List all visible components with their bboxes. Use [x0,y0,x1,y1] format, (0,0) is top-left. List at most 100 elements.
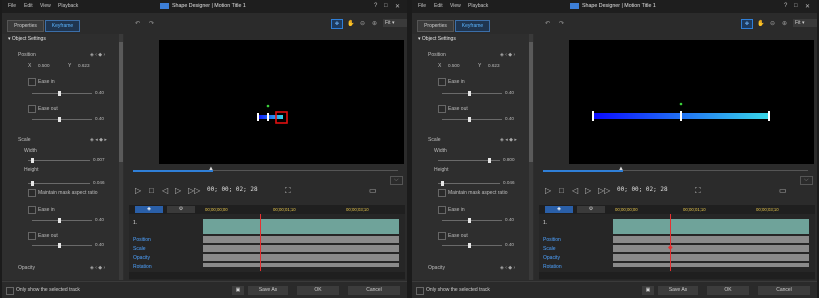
zoom-fit-dropdown[interactable]: Fit ▾ [793,19,817,27]
timeline-tab-settings[interactable]: ⚙ [167,206,195,213]
height-value[interactable]: 0.046 [93,180,105,185]
scale-ease-in-slider[interactable] [32,218,92,223]
menu-file[interactable]: File [418,3,426,9]
height-value[interactable]: 0.046 [503,180,515,185]
scale-ease-in-checkbox[interactable] [438,206,446,214]
timeline-zoom-bar[interactable] [129,272,405,279]
track-scale-bar[interactable] [203,245,399,252]
track-label-1[interactable]: 1. [539,219,617,227]
ok-button[interactable]: OK [297,286,339,295]
zoom-out-icon[interactable]: ⊖ [360,20,365,27]
tab-properties[interactable]: Properties [7,20,44,32]
preview-canvas[interactable] [159,40,404,164]
track-scale-bar[interactable] [613,245,809,252]
select-tool-icon[interactable]: ✥ [331,19,343,29]
close-button[interactable]: ✕ [395,3,400,10]
ease-in-slider[interactable] [32,91,92,96]
scale-ease-in-checkbox[interactable] [28,206,36,214]
track-opacity-bar[interactable] [203,254,399,261]
menu-view[interactable]: View [40,3,51,9]
timeline-tab-keyframe[interactable]: ◈ [545,206,573,213]
track-opacity[interactable]: Opacity [539,254,617,262]
fast-forward-icon[interactable]: ▷▷ [598,186,610,195]
maintain-ratio-checkbox[interactable] [28,189,36,197]
save-template-icon[interactable]: ▣ [232,286,244,295]
close-button[interactable]: ✕ [805,3,810,10]
menu-playback[interactable]: Playback [468,3,488,9]
zoom-slider[interactable] [543,170,623,172]
zoom-fit-dropdown[interactable]: Fit ▾ [383,19,407,27]
undo-icon[interactable]: ↶ [545,20,550,27]
y-value[interactable]: 0.623 [78,63,90,68]
undo-icon[interactable]: ↶ [135,20,140,27]
x-value[interactable]: 0.500 [38,63,50,68]
keyframe-controls[interactable]: ◈ ‹ ◆ › [90,52,105,58]
track-position[interactable]: Position [539,236,617,244]
tab-keyframe[interactable]: Keyframe [45,20,80,32]
collapse-button[interactable]: ⌵ [800,176,813,185]
keyframe-controls[interactable]: ◈ ‹ ◆ › [500,52,515,58]
menu-file[interactable]: File [8,3,16,9]
track-position-bar[interactable] [613,236,809,243]
panel-scrollbar[interactable] [529,34,533,280]
ease-in-checkbox[interactable] [28,78,36,86]
select-tool-icon[interactable]: ✥ [741,19,753,29]
width-slider[interactable] [28,158,90,163]
width-value[interactable]: 0.800 [503,157,515,162]
playhead[interactable] [260,214,261,271]
fullscreen-icon[interactable]: ⛶ [285,186,291,196]
menu-playback[interactable]: Playback [58,3,78,9]
track-position-bar[interactable] [203,236,399,243]
scale-ease-out-checkbox[interactable] [28,232,36,240]
play-icon[interactable]: ▷ [135,186,141,195]
track-opacity[interactable]: Opacity [129,254,207,262]
timeline-tab-settings[interactable]: ⚙ [577,206,605,213]
timeline-tab-keyframe[interactable]: ◈ [135,206,163,213]
maximize-button[interactable]: □ [794,3,798,9]
next-frame-icon[interactable]: ▷ [585,186,591,195]
width-slider[interactable] [438,158,500,163]
maximize-button[interactable]: □ [384,3,388,9]
maintain-ratio-checkbox[interactable] [438,189,446,197]
zoom-knob[interactable]: ▲ [618,166,624,172]
track-rotation[interactable]: Rotation [129,263,207,271]
ease-out-checkbox[interactable] [438,105,446,113]
track-rotation-bar[interactable] [613,263,809,267]
zoom-out-icon[interactable]: ⊖ [770,20,775,27]
hand-tool-icon[interactable]: ✋ [347,20,354,27]
menu-view[interactable]: View [450,3,461,9]
save-as-button[interactable]: Save As [658,286,698,295]
stop-icon[interactable]: □ [149,186,154,195]
section-object-settings[interactable]: ▾ Object Settings [8,36,46,42]
play-icon[interactable]: ▷ [545,186,551,195]
height-slider[interactable] [28,181,90,186]
scale-keyframe-controls[interactable]: ◈ ◂ ◆ ▸ [90,137,107,143]
ease-out-slider[interactable] [32,117,92,122]
menu-edit[interactable]: Edit [24,3,33,9]
ease-out-checkbox[interactable] [28,105,36,113]
section-object-settings[interactable]: ▾ Object Settings [418,36,456,42]
fullscreen-icon[interactable]: ⛶ [695,186,701,196]
scale-keyframe-marker[interactable]: ◆ [668,244,673,251]
track-scale[interactable]: Scale [129,245,207,253]
track-opacity-bar[interactable] [613,254,809,261]
opacity-keyframe-controls[interactable]: ◈ ‹ ◆ › [500,265,515,271]
scale-keyframe-controls[interactable]: ◈ ◂ ◆ ▸ [500,137,517,143]
track-bar-1[interactable] [613,219,809,234]
zoom-slider[interactable] [133,170,213,172]
timeline-zoom-bar[interactable] [539,272,815,279]
width-value[interactable]: 0.007 [93,157,105,162]
track-bar-1[interactable] [203,219,399,234]
next-frame-icon[interactable]: ▷ [175,186,181,195]
display-icon[interactable]: ▭ [779,186,787,195]
redo-icon[interactable]: ↷ [559,20,564,27]
track-scale[interactable]: Scale [539,245,617,253]
help-button[interactable]: ? [374,3,377,9]
track-label-1[interactable]: 1. [129,219,207,227]
zoom-in-icon[interactable]: ⊕ [372,20,377,27]
scale-ease-out-checkbox[interactable] [438,232,446,240]
preview-canvas[interactable] [569,40,814,164]
track-rotation-bar[interactable] [203,263,399,267]
playhead[interactable] [670,214,671,271]
hand-tool-icon[interactable]: ✋ [757,20,764,27]
